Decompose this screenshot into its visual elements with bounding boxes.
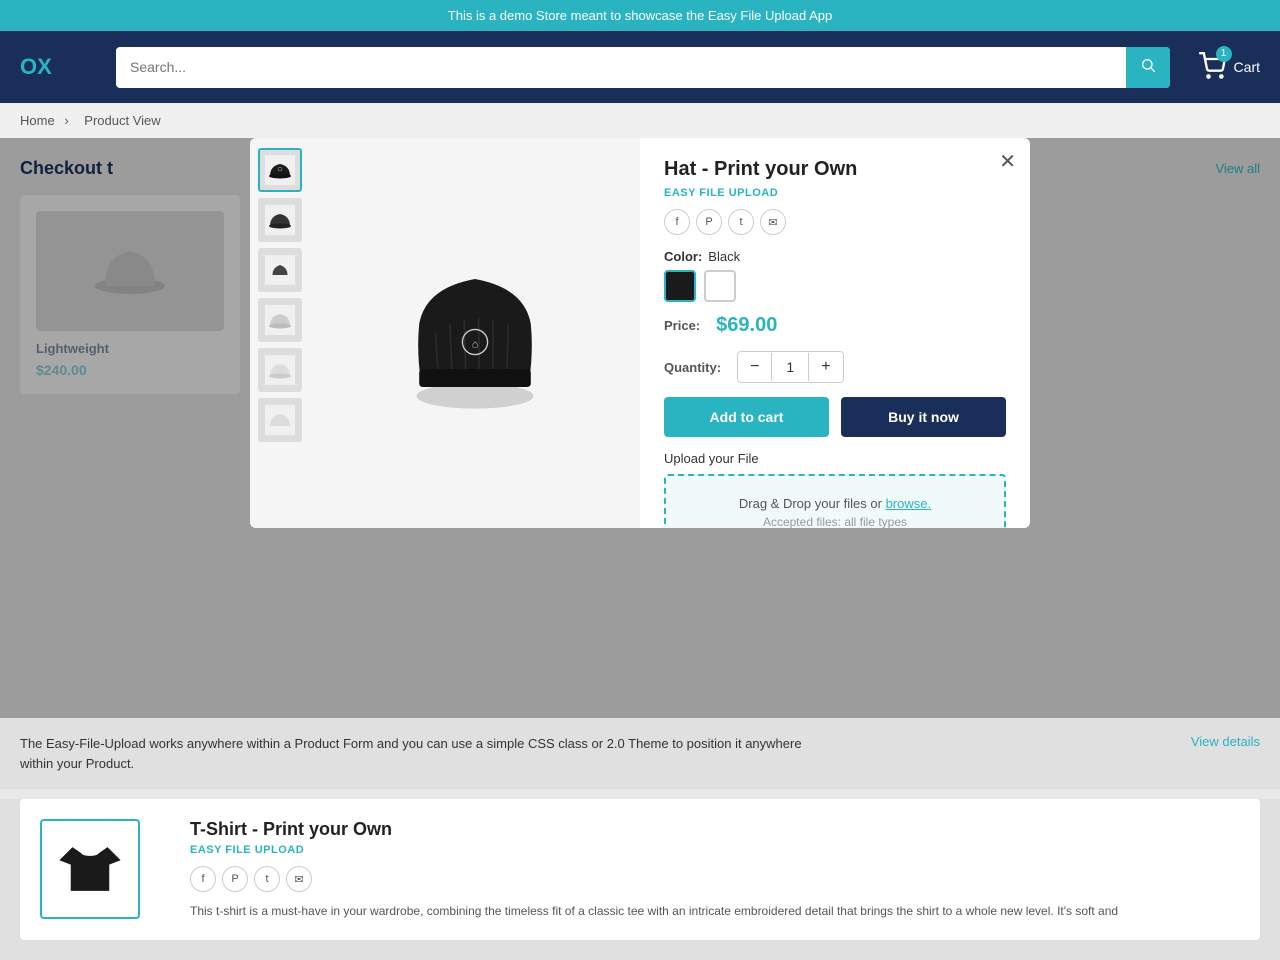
- facebook-icon[interactable]: f: [664, 209, 690, 235]
- accepted-files-text: Accepted files: all file types: [686, 515, 984, 528]
- second-product-image-box: [40, 819, 140, 919]
- search-icon: [1140, 57, 1156, 73]
- quantity-increase-button[interactable]: +: [809, 352, 842, 382]
- thumbnail-1[interactable]: [258, 148, 302, 192]
- thumbnail-6-image: [265, 405, 295, 435]
- tshirt-icon: [55, 834, 125, 904]
- pinterest-icon[interactable]: P: [696, 209, 722, 235]
- color-swatch-white[interactable]: [704, 270, 736, 302]
- page-content: Checkout t View all Lightweight $240.00: [0, 138, 1280, 718]
- header: OX 1 Cart: [0, 31, 1280, 103]
- modal-gallery: ⌂: [250, 138, 640, 528]
- second-product-card: T-Shirt - Print your Own EASY FILE UPLOA…: [20, 799, 1260, 940]
- search-input[interactable]: [116, 49, 1126, 85]
- social-icons: f P t ✉: [664, 209, 1006, 235]
- color-section: Color: Black: [664, 249, 1006, 302]
- search-button[interactable]: [1126, 47, 1170, 88]
- thumbnail-4[interactable]: [258, 298, 302, 342]
- description-row: The Easy-File-Upload works anywhere with…: [20, 734, 1260, 773]
- browse-link[interactable]: browse.: [886, 496, 932, 511]
- cart-icon-wrap: 1: [1198, 52, 1226, 83]
- color-value: Black: [708, 249, 740, 264]
- price-row: Price: $69.00: [664, 314, 1006, 337]
- search-bar: [116, 47, 1170, 88]
- quantity-value: 1: [771, 353, 809, 381]
- svg-text:⌂: ⌂: [472, 338, 479, 350]
- second-pinterest-icon[interactable]: P: [222, 866, 248, 892]
- description-section: The Easy-File-Upload works anywhere with…: [0, 718, 1280, 789]
- thumbnail-2-image: [265, 205, 295, 235]
- breadcrumb-current: Product View: [84, 113, 160, 128]
- breadcrumb: Home › Product View: [0, 103, 1280, 138]
- logo-text: OX: [20, 54, 52, 80]
- description-text: The Easy-File-Upload works anywhere with…: [20, 734, 820, 773]
- color-label: Color:: [664, 249, 702, 264]
- thumbnail-4-image: [265, 305, 295, 335]
- add-to-cart-button[interactable]: Add to cart: [664, 397, 829, 437]
- drag-drop-text: Drag & Drop your files or browse.: [686, 496, 984, 511]
- second-product-image-area: [40, 819, 160, 920]
- action-buttons: Add to cart Buy it now: [664, 397, 1006, 437]
- second-product-description: This t-shirt is a must-have in your ward…: [190, 902, 1240, 920]
- second-product-title: T-Shirt - Print your Own: [190, 819, 1240, 840]
- close-button[interactable]: ✕: [999, 152, 1016, 172]
- announcement-bar: This is a demo Store meant to showcase t…: [0, 0, 1280, 31]
- thumbnail-5-image: [265, 355, 295, 385]
- second-product-easy-label: EASY FILE UPLOAD: [190, 844, 1240, 856]
- main-image-area: ⌂: [310, 138, 640, 528]
- main-product-image: ⌂: [385, 243, 565, 423]
- buy-now-button[interactable]: Buy it now: [841, 397, 1006, 437]
- color-swatch-black[interactable]: [664, 270, 696, 302]
- quantity-decrease-button[interactable]: −: [738, 352, 771, 382]
- price-label: Price:: [664, 318, 700, 333]
- quantity-control: − 1 +: [737, 351, 843, 383]
- thumbnail-3-image: [265, 255, 295, 285]
- logo[interactable]: OX: [20, 54, 100, 80]
- cart-label: Cart: [1234, 59, 1260, 75]
- second-product-social-icons: f P t ✉: [190, 866, 1240, 892]
- quantity-row: Quantity: − 1 +: [664, 351, 1006, 383]
- modal-overlay: ⌂ ✕ Hat - Print your Own EASY FILE UPLOA…: [0, 138, 1280, 718]
- cart-badge: 1: [1216, 46, 1232, 62]
- second-facebook-icon[interactable]: f: [190, 866, 216, 892]
- upload-area[interactable]: Drag & Drop your files or browse. Accept…: [664, 474, 1006, 528]
- product-modal: ⌂ ✕ Hat - Print your Own EASY FILE UPLOA…: [250, 138, 1030, 528]
- thumbnail-3[interactable]: [258, 248, 302, 292]
- thumbnail-6[interactable]: [258, 398, 302, 442]
- color-swatches: [664, 270, 1006, 302]
- second-twitter-icon[interactable]: t: [254, 866, 280, 892]
- thumbnail-1-image: [265, 155, 295, 185]
- second-email-icon[interactable]: ✉: [286, 866, 312, 892]
- breadcrumb-home[interactable]: Home: [20, 113, 55, 128]
- thumbnail-5[interactable]: [258, 348, 302, 392]
- easy-file-label: EASY FILE UPLOAD: [664, 187, 1006, 199]
- announcement-text: This is a demo Store meant to showcase t…: [448, 8, 832, 23]
- second-product-section: T-Shirt - Print your Own EASY FILE UPLOA…: [0, 799, 1280, 960]
- second-product-details: T-Shirt - Print your Own EASY FILE UPLOA…: [190, 819, 1240, 920]
- twitter-icon[interactable]: t: [728, 209, 754, 235]
- thumbnail-list: [250, 138, 310, 528]
- thumbnail-2[interactable]: [258, 198, 302, 242]
- email-icon[interactable]: ✉: [760, 209, 786, 235]
- view-details-link[interactable]: View details: [1191, 734, 1260, 749]
- modal-details: ✕ Hat - Print your Own EASY FILE UPLOAD …: [640, 138, 1030, 528]
- upload-label: Upload your File: [664, 451, 1006, 466]
- quantity-label: Quantity:: [664, 360, 721, 375]
- cart-area[interactable]: 1 Cart: [1198, 52, 1260, 83]
- price-value: $69.00: [716, 314, 777, 337]
- modal-title: Hat - Print your Own: [664, 158, 1006, 181]
